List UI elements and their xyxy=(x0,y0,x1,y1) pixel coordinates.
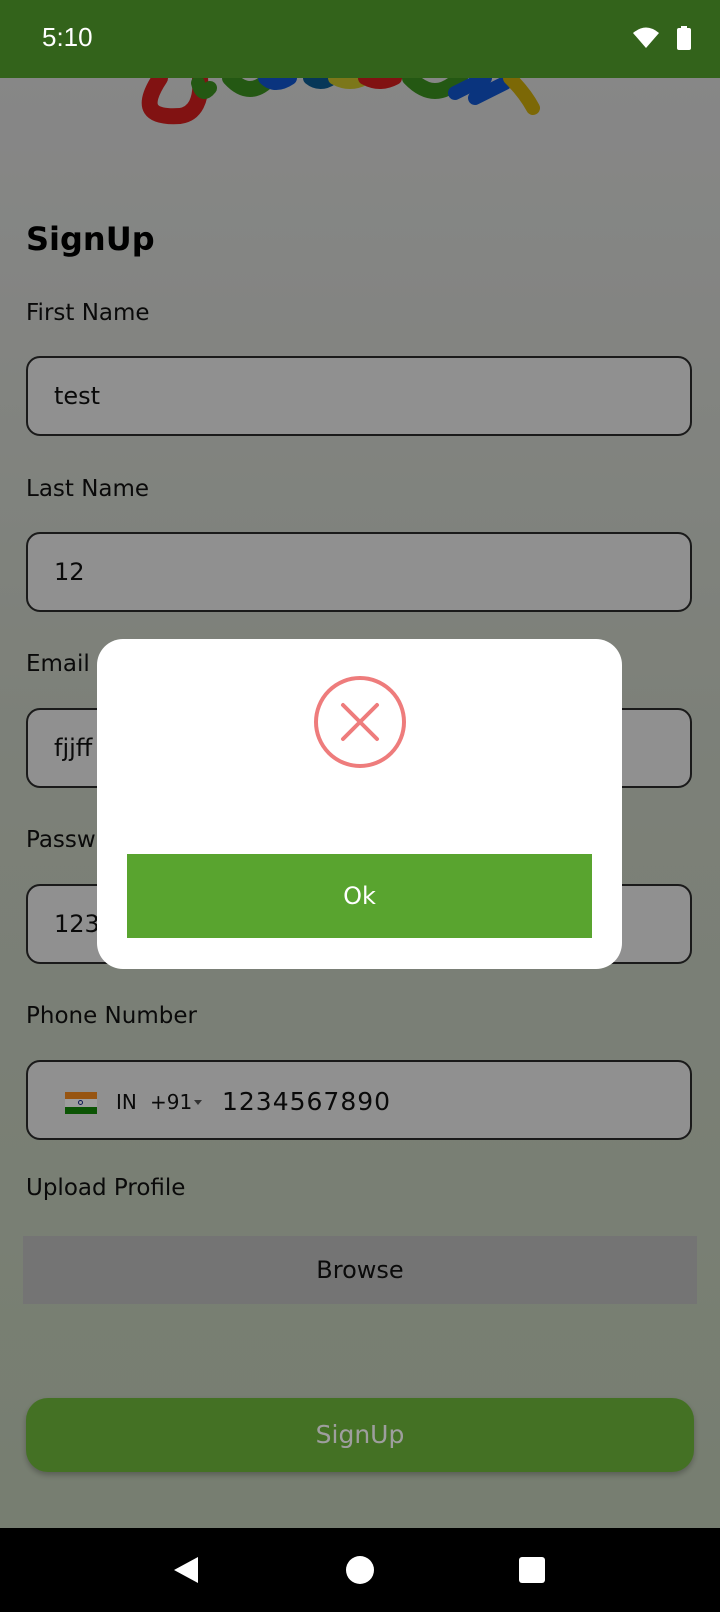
status-time: 5:10 xyxy=(42,22,93,52)
status-icons xyxy=(632,26,692,50)
error-x-icon xyxy=(314,676,406,768)
recents-button[interactable] xyxy=(492,1528,572,1612)
ok-button[interactable]: Ok xyxy=(127,854,592,938)
wifi-icon xyxy=(633,27,659,48)
home-button[interactable] xyxy=(320,1528,400,1612)
error-dialog: Ok xyxy=(97,639,622,969)
back-button[interactable] xyxy=(146,1528,226,1612)
battery-icon xyxy=(677,26,691,50)
status-bar: 5:10 xyxy=(0,0,720,78)
home-icon xyxy=(346,1556,374,1584)
back-icon xyxy=(174,1557,198,1583)
navigation-bar xyxy=(0,1528,720,1612)
recents-icon xyxy=(519,1557,545,1583)
